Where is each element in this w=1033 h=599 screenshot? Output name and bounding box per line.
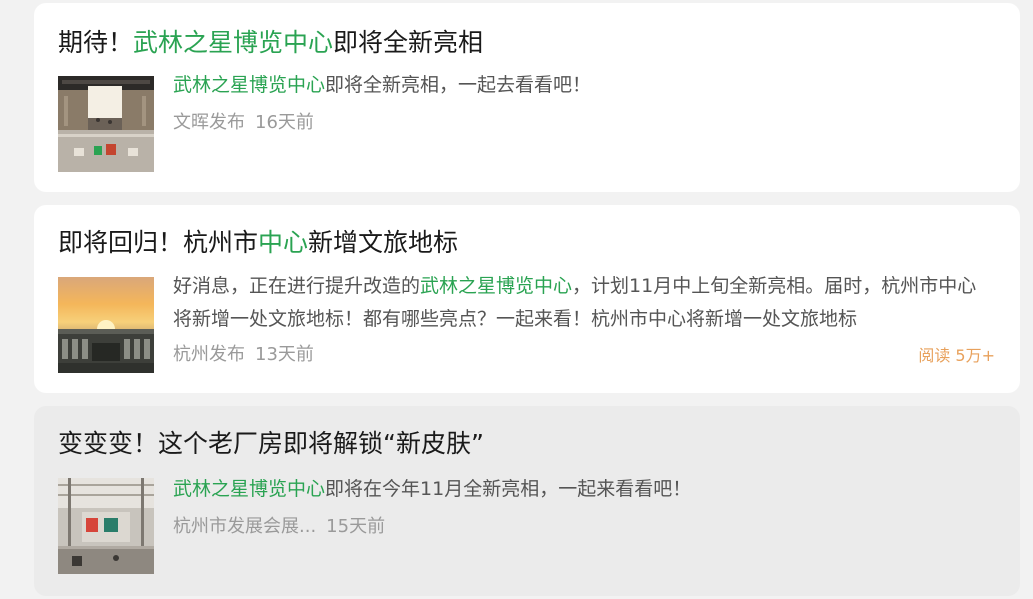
article-title[interactable]: 变变变！这个老厂房即将解锁“新皮肤” xyxy=(58,426,484,462)
factory-hall-image xyxy=(58,478,154,574)
article-thumbnail[interactable] xyxy=(58,76,154,172)
summary-prefix: 好消息，正在进行提升改造的 xyxy=(173,275,421,297)
exhibition-hall-image xyxy=(58,76,154,172)
source-name[interactable]: 杭州发布 xyxy=(173,344,245,365)
title-highlight: 中心 xyxy=(258,228,309,257)
title-prefix: 即将回归！杭州市 xyxy=(58,228,259,257)
summary-highlight: 武林之星博览中心 xyxy=(173,74,326,96)
article-thumbnail[interactable] xyxy=(58,277,154,373)
article-thumbnail[interactable] xyxy=(58,478,154,574)
sunset-building-image xyxy=(58,277,154,373)
title-suffix: 即将全新亮相 xyxy=(333,28,484,57)
publish-time: 13天前 xyxy=(255,344,314,365)
article-meta: 杭州发布 13天前 xyxy=(173,343,314,367)
article-summary: 武林之星博览中心即将在今年11月全新亮相，一起来看看吧！ xyxy=(173,473,994,506)
article-title[interactable]: 期待！武林之星博览中心即将全新亮相 xyxy=(58,25,483,61)
title-suffix: 新增文旅地标 xyxy=(308,228,459,257)
feed-card[interactable]: 变变变！这个老厂房即将解锁“新皮肤” 武林之星博览中心即将在今年11月全新亮相，… xyxy=(34,406,1020,596)
summary-highlight: 武林之星博览中心 xyxy=(173,478,326,500)
source-name[interactable]: 杭州市发展会展... xyxy=(173,516,316,537)
article-summary: 好消息，正在进行提升改造的武林之星博览中心，计划11月中上旬全新亮相。届时，杭州… xyxy=(173,270,994,336)
publish-time: 15天前 xyxy=(326,516,386,537)
feed-card[interactable]: 期待！武林之星博览中心即将全新亮相 武林之星博览中心即将全新亮相，一起去看看吧！… xyxy=(34,3,1020,192)
title-prefix: 期待！ xyxy=(58,28,134,57)
source-name[interactable]: 文晖发布 xyxy=(173,112,245,133)
article-meta: 文晖发布 16天前 xyxy=(173,111,314,135)
article-title[interactable]: 即将回归！杭州市中心新增文旅地标 xyxy=(58,225,458,261)
read-count: 阅读 5万+ xyxy=(918,346,995,365)
publish-time: 16天前 xyxy=(255,112,314,133)
summary-text: 即将全新亮相，一起去看看吧！ xyxy=(325,74,592,96)
feed-card[interactable]: 即将回归！杭州市中心新增文旅地标 好消息，正在进行提升改造的武林之星博览中心，计… xyxy=(34,205,1020,393)
summary-text: 即将在今年11月全新亮相，一起来看看吧！ xyxy=(325,478,692,500)
title-highlight: 武林之星博览中心 xyxy=(133,28,334,57)
article-meta: 杭州市发展会展... 15天前 xyxy=(173,515,385,539)
summary-highlight: 武林之星博览中心 xyxy=(420,275,573,297)
article-summary: 武林之星博览中心即将全新亮相，一起去看看吧！ xyxy=(173,69,994,102)
